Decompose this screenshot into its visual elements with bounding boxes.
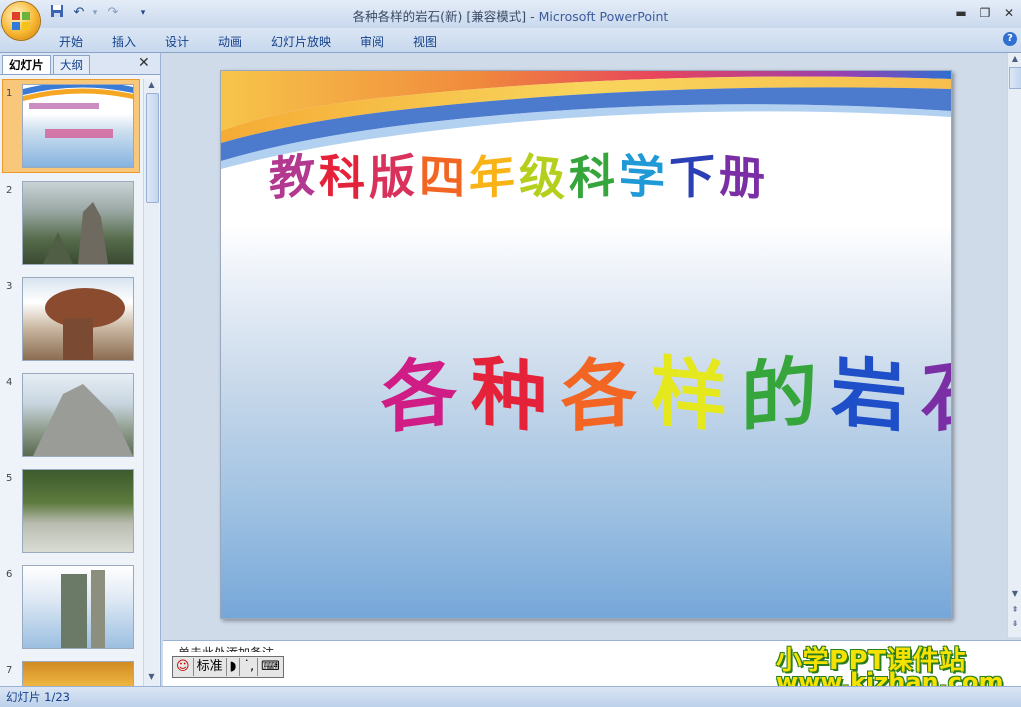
slide-counter: 幻灯片 1/23: [6, 690, 70, 704]
ribbon-tab-bar: [0, 28, 1021, 53]
close-icon[interactable]: ✕: [998, 4, 1020, 22]
title-char: 各: [561, 346, 637, 443]
restore-icon[interactable]: ❐: [974, 4, 996, 22]
title-separator: -: [526, 9, 539, 24]
scroll-thumb[interactable]: [146, 93, 159, 203]
slide-subtitle: 教 科 版 四 年 级 科 学 下 册: [269, 141, 765, 207]
subtitle-char: 科: [319, 147, 365, 207]
keyboard-icon[interactable]: ⌨: [258, 658, 283, 676]
punctuation-icon[interactable]: ˙,: [240, 658, 259, 676]
slide-thumbnail-1[interactable]: [22, 84, 134, 168]
slides-panel-scrollbar[interactable]: ▲ ▼: [143, 79, 159, 686]
thumbnail-6-preview: [61, 570, 105, 648]
next-slide-icon[interactable]: ⇟: [1008, 619, 1021, 628]
thumbnail-number: 6: [6, 569, 13, 580]
subtitle-char: 年: [469, 147, 515, 207]
scroll-down-icon[interactable]: ▼: [1008, 589, 1021, 598]
tab-slides[interactable]: 幻灯片: [2, 55, 51, 74]
ime-toolbar[interactable]: ☺ 标准 ◗ ˙, ⌨: [172, 656, 284, 678]
tab-view[interactable]: 视图: [413, 33, 437, 50]
minimize-icon[interactable]: ▬: [950, 4, 972, 22]
thumbnail-1-preview: [23, 85, 133, 138]
notes-placeholder[interactable]: 单击此处添加备注: [178, 644, 274, 652]
thumbnail-4-preview: [33, 384, 133, 456]
slide-thumbnail-7[interactable]: [22, 661, 134, 688]
halfwidth-icon[interactable]: ◗: [227, 658, 241, 676]
title-char: 石: [921, 344, 952, 445]
subtitle-char: 四: [419, 148, 465, 206]
office-logo-icon: [12, 12, 30, 30]
thumbnail-number: 5: [6, 473, 13, 484]
status-bar: [0, 686, 1021, 707]
subtitle-char: 教: [269, 147, 315, 207]
thumbnail-number: 7: [6, 665, 13, 676]
tab-animations[interactable]: 动画: [218, 33, 242, 50]
slide-thumbnail-2[interactable]: [22, 181, 134, 265]
tab-home[interactable]: 开始: [59, 33, 83, 50]
scroll-thumb[interactable]: [1009, 67, 1021, 89]
help-icon[interactable]: ?: [1003, 32, 1017, 46]
tab-insert[interactable]: 插入: [112, 33, 136, 50]
document-title: 各种各样的岩石(新) [兼容模式]: [352, 9, 527, 24]
thumbnail-number: 4: [6, 377, 13, 388]
subtitle-char: 版: [369, 148, 415, 206]
title-char: 的: [741, 346, 817, 443]
office-button[interactable]: [2, 2, 40, 40]
tab-design[interactable]: 设计: [165, 33, 189, 50]
ime-logo-icon[interactable]: ☺: [173, 658, 194, 676]
window-title: 各种各样的岩石(新) [兼容模式] - Microsoft PowerPoint: [0, 6, 1021, 25]
tab-outline[interactable]: 大纲: [53, 55, 90, 74]
title-char: 各: [381, 344, 457, 445]
thumbnail-number: 2: [6, 185, 13, 196]
subtitle-char: 级: [519, 147, 565, 207]
subtitle-char: 下: [669, 147, 715, 207]
slide-canvas[interactable]: 教 科 版 四 年 级 科 学 下 册 各 种 各 样 的 岩 石: [220, 70, 952, 619]
scroll-up-icon[interactable]: ▲: [1008, 54, 1021, 63]
slide-thumbnail-4[interactable]: [22, 373, 134, 457]
subtitle-char: 科: [569, 148, 615, 206]
thumbnail-number: 1: [6, 88, 13, 99]
app-name: Microsoft PowerPoint: [538, 9, 669, 24]
title-char: 种: [471, 344, 547, 445]
scroll-down-icon[interactable]: ▼: [144, 672, 159, 681]
panel-close-icon[interactable]: ✕: [138, 55, 150, 71]
subtitle-char: 册: [719, 147, 765, 207]
slide-thumbnail-5[interactable]: [22, 469, 134, 553]
tab-slideshow[interactable]: 幻灯片放映: [271, 33, 331, 50]
slide-thumbnail-6[interactable]: [22, 565, 134, 649]
slide-scrollbar[interactable]: ▲ ▼ ⇞ ⇟: [1007, 53, 1021, 637]
slide-title: 各 种 各 样 的 岩 石: [381, 333, 951, 445]
tab-review[interactable]: 审阅: [360, 33, 384, 50]
previous-slide-icon[interactable]: ⇞: [1008, 605, 1021, 614]
ime-mode[interactable]: 标准: [194, 658, 227, 676]
thumbnail-number: 3: [6, 281, 13, 292]
slide-thumbnail-3[interactable]: [22, 277, 134, 361]
title-char: 岩: [831, 346, 907, 443]
subtitle-char: 学: [619, 148, 665, 206]
scroll-up-icon[interactable]: ▲: [144, 80, 159, 89]
thumbnail-3-preview: [45, 288, 125, 360]
title-char: 样: [651, 346, 727, 443]
thumbnail-2-preview: [43, 202, 108, 264]
